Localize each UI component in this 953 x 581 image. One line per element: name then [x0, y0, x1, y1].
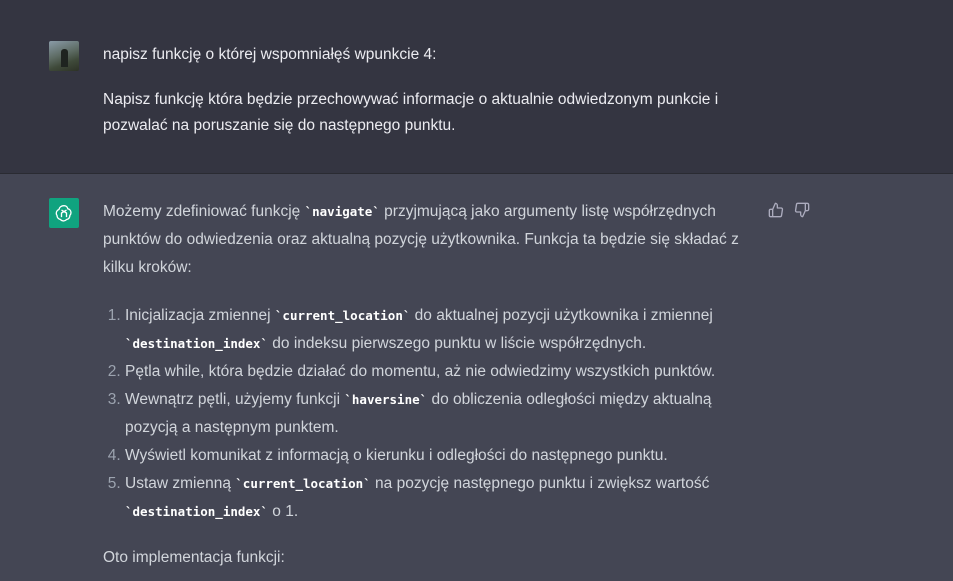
assistant-message-text: Możemy zdefiniować funkcję `navigate` pr… — [103, 198, 763, 572]
step-text: do aktualnej pozycji użytkownika i zmien… — [410, 307, 713, 324]
step-text: Inicjalizacja zmiennej — [125, 307, 275, 324]
thumbs-down-icon[interactable] — [794, 202, 810, 218]
step-text: do indeksu pierwszego punktu w liście ws… — [268, 335, 647, 352]
step-text: Wyświetl komunikat z informacją o kierun… — [125, 447, 668, 464]
top-bar — [0, 0, 953, 16]
inline-code: `haversine` — [344, 392, 428, 407]
outro-paragraph: Oto implementacja funkcji: — [103, 549, 285, 566]
steps-list: Inicjalizacja zmiennej `current_location… — [103, 302, 763, 526]
list-item: Wewnątrz pętli, użyjemy funkcji `haversi… — [125, 386, 763, 442]
inline-code: `current_location` — [235, 476, 371, 491]
user-avatar — [49, 41, 79, 71]
intro-text-a: Możemy zdefiniować funkcję — [103, 203, 305, 220]
step-text: Ustaw zmienną — [125, 475, 236, 492]
feedback-actions — [768, 202, 810, 218]
user-message: napisz funkcję o której wspomniałęś wpun… — [0, 16, 953, 174]
list-item: Wyświetl komunikat z informacją o kierun… — [125, 442, 763, 470]
list-item: Inicjalizacja zmiennej `current_location… — [125, 302, 763, 358]
list-item: Ustaw zmienną `current_location` na pozy… — [125, 470, 763, 526]
inline-code: `current_location` — [274, 308, 411, 323]
intro-paragraph: Możemy zdefiniować funkcję `navigate` pr… — [103, 198, 763, 282]
user-message-text: napisz funkcję o której wspomniałęś wpun… — [103, 42, 763, 139]
inline-code: `navigate` — [304, 204, 380, 219]
openai-logo-icon — [49, 198, 79, 228]
user-message-line-1: napisz funkcję o której wspomniałęś wpun… — [103, 46, 437, 63]
step-text: na pozycję następnego punktu i zwiększ w… — [370, 475, 710, 492]
assistant-message: Możemy zdefiniować funkcję `navigate` pr… — [0, 174, 953, 581]
inline-code: `destination_index` — [125, 504, 268, 519]
step-text: Wewnątrz pętli, użyjemy funkcji — [125, 391, 345, 408]
inline-code: `destination_index` — [125, 336, 268, 351]
step-text: Pętla while, która będzie działać do mom… — [125, 363, 716, 380]
thumbs-up-icon[interactable] — [768, 202, 784, 218]
list-item: Pętla while, która będzie działać do mom… — [125, 358, 763, 386]
step-text: o 1. — [268, 503, 299, 520]
user-message-line-2: Napisz funkcję która będzie przechowywać… — [103, 91, 719, 134]
